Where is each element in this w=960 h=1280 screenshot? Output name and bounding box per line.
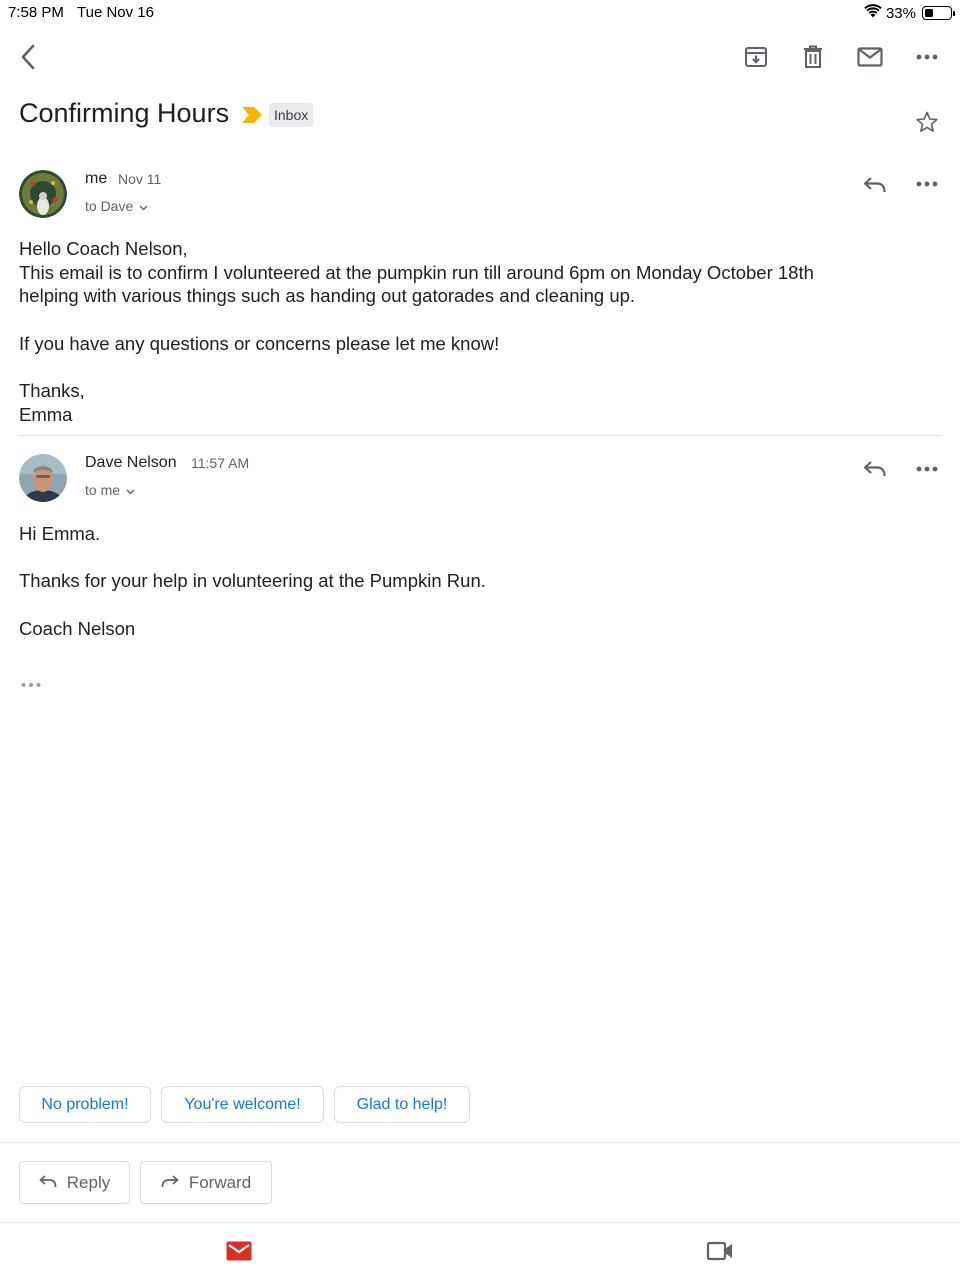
bottom-nav-divider xyxy=(0,1222,960,1223)
star-icon[interactable] xyxy=(913,108,941,136)
importance-marker-icon[interactable] xyxy=(241,106,263,129)
status-time: 7:58 PM xyxy=(8,4,64,21)
smart-reply-chip[interactable]: You're welcome! xyxy=(161,1086,324,1123)
recipient-label: to me xyxy=(85,482,121,498)
show-trimmed-content-icon[interactable] xyxy=(19,678,43,692)
email-subject: Confirming Hours xyxy=(19,98,230,128)
delete-icon[interactable] xyxy=(799,43,827,71)
message-divider xyxy=(19,435,941,436)
back-arrow-icon[interactable] xyxy=(14,42,42,72)
forward-icon xyxy=(161,1173,179,1193)
wifi-icon xyxy=(864,4,882,22)
smart-reply-chip[interactable]: Glad to help! xyxy=(334,1086,470,1123)
archive-icon[interactable] xyxy=(742,43,770,71)
avatar[interactable] xyxy=(19,170,67,218)
status-bar: 7:58 PM Tue Nov 16 33% xyxy=(0,0,960,26)
video-meet-icon[interactable] xyxy=(704,1238,736,1264)
chevron-down-icon xyxy=(139,198,148,214)
reply-button[interactable]: Reply xyxy=(19,1161,130,1204)
message-body: Hi Emma. Thanks for your help in volunte… xyxy=(19,523,486,639)
avatar[interactable] xyxy=(19,454,67,502)
section-divider xyxy=(0,1142,960,1143)
recipient-label: to Dave xyxy=(85,198,134,214)
recipient-toggle[interactable]: to Dave xyxy=(85,198,148,214)
message-date: Nov 11 xyxy=(118,171,162,187)
sender-name: Dave Nelson xyxy=(85,454,177,471)
status-indicators: 33% xyxy=(864,4,955,22)
recipient-toggle[interactable]: to me xyxy=(85,482,135,498)
more-options-icon[interactable] xyxy=(912,175,942,193)
inbox-label[interactable]: Inbox xyxy=(269,103,314,127)
reply-icon[interactable] xyxy=(861,457,889,481)
message-date: 11:57 AM xyxy=(191,455,250,471)
status-date: Tue Nov 16 xyxy=(77,4,154,21)
message-body: Hello Coach Nelson, This email is to con… xyxy=(19,238,814,425)
forward-label: Forward xyxy=(188,1172,252,1192)
mark-unread-icon[interactable] xyxy=(855,45,885,69)
reply-label: Reply xyxy=(66,1172,111,1192)
chevron-down-icon xyxy=(126,482,135,498)
reply-icon xyxy=(39,1173,57,1193)
battery-percent: 33% xyxy=(885,4,916,22)
more-options-icon[interactable] xyxy=(912,48,942,66)
reply-icon[interactable] xyxy=(861,173,889,197)
more-options-icon[interactable] xyxy=(912,460,942,478)
battery-icon xyxy=(922,6,955,20)
forward-button[interactable]: Forward xyxy=(140,1161,272,1204)
mail-icon[interactable] xyxy=(224,1238,254,1264)
sender-name: me xyxy=(85,170,108,187)
smart-reply-chip[interactable]: No problem! xyxy=(19,1086,151,1123)
